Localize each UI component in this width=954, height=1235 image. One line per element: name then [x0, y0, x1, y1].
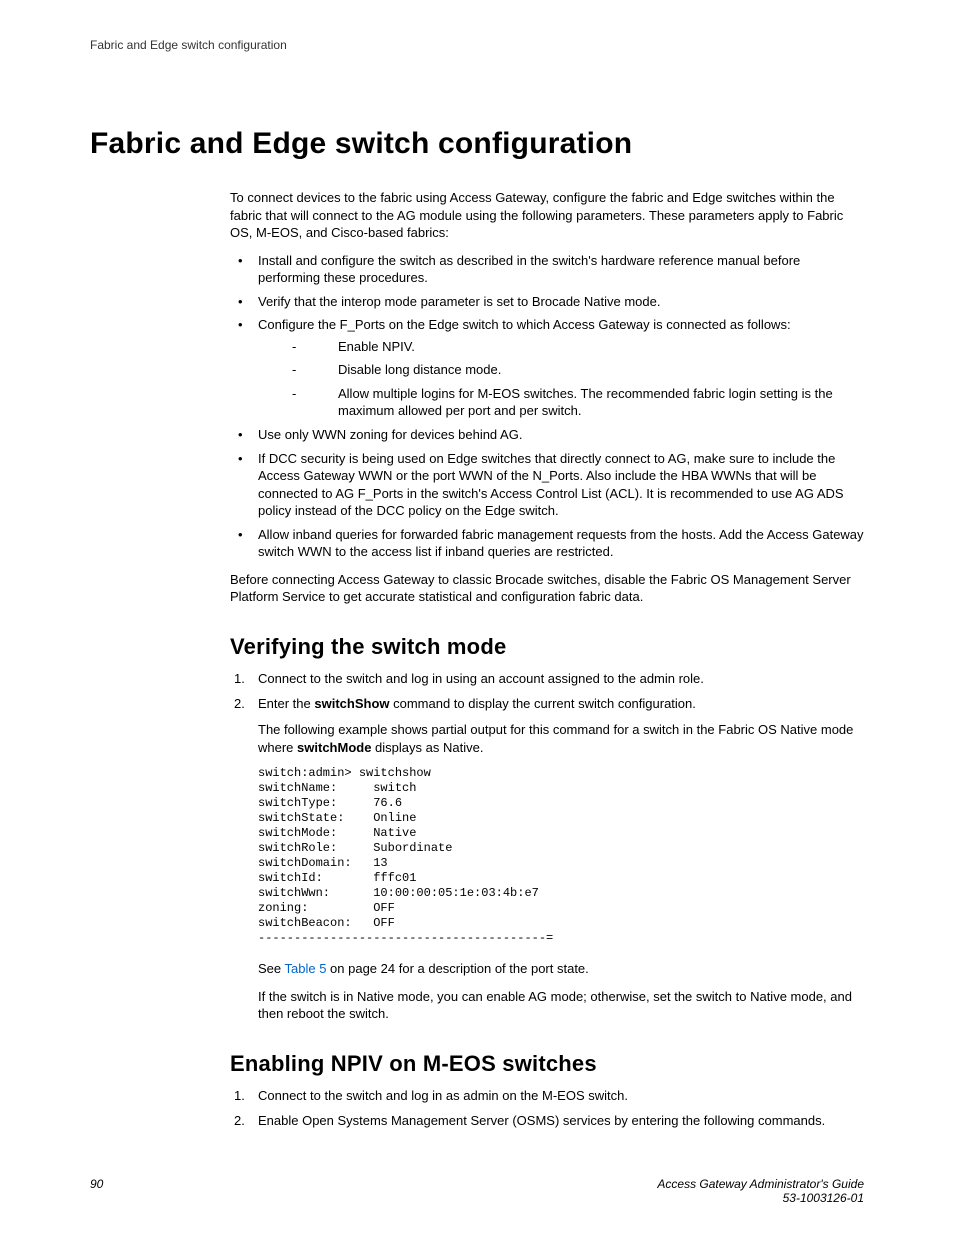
step-text: Enter the: [258, 696, 314, 711]
config-bullets: Install and configure the switch as desc…: [230, 252, 864, 561]
bullet-item: Configure the F_Ports on the Edge switch…: [230, 316, 864, 420]
body-block: To connect devices to the fabric using A…: [230, 189, 864, 1130]
bullet-item: Use only WWN zoning for devices behind A…: [230, 426, 864, 444]
bullet-item: Install and configure the switch as desc…: [230, 252, 864, 287]
doc-info: Access Gateway Administrator's Guide 53-…: [657, 1177, 864, 1205]
sub-bullet-item: Disable long distance mode.: [284, 361, 864, 379]
command-name: switchShow: [314, 696, 389, 711]
step-text: See: [258, 961, 285, 976]
section-heading-npiv: Enabling NPIV on M-EOS switches: [230, 1051, 864, 1077]
page-number: 90: [90, 1177, 103, 1191]
step-text: command to display the current switch co…: [390, 696, 696, 711]
step-paragraph: See Table 5 on page 24 for a description…: [258, 960, 864, 978]
verifying-steps: Connect to the switch and log in using a…: [230, 670, 864, 1023]
doc-number: 53-1003126-01: [783, 1191, 864, 1205]
step-item: Enter the switchShow command to display …: [230, 695, 864, 1022]
sub-bullet-item: Enable NPIV.: [284, 338, 864, 356]
doc-title: Access Gateway Administrator's Guide: [657, 1177, 864, 1191]
page-title: Fabric and Edge switch configuration: [90, 127, 864, 161]
bullet-item: Allow inband queries for forwarded fabri…: [230, 526, 864, 561]
bullet-item: If DCC security is being used on Edge sw…: [230, 450, 864, 520]
step-paragraph: The following example shows partial outp…: [258, 721, 864, 756]
field-name: switchMode: [297, 740, 371, 755]
page: Fabric and Edge switch configuration Fab…: [0, 0, 954, 1235]
bullet-text: Configure the F_Ports on the Edge switch…: [258, 317, 791, 332]
step-item: Connect to the switch and log in as admi…: [230, 1087, 864, 1105]
section-heading-verifying: Verifying the switch mode: [230, 634, 864, 660]
step-item: Enable Open Systems Management Server (O…: [230, 1112, 864, 1130]
code-block: switch:admin> switchshow switchName: swi…: [258, 766, 864, 946]
page-footer: 90 Access Gateway Administrator's Guide …: [90, 1177, 864, 1205]
intro-paragraph: To connect devices to the fabric using A…: [230, 189, 864, 242]
step-paragraph: If the switch is in Native mode, you can…: [258, 988, 864, 1023]
sub-bullets: Enable NPIV. Disable long distance mode.…: [284, 338, 864, 420]
running-header: Fabric and Edge switch configuration: [90, 38, 864, 52]
step-text: displays as Native.: [371, 740, 483, 755]
npiv-steps: Connect to the switch and log in as admi…: [230, 1087, 864, 1130]
sub-bullet-item: Allow multiple logins for M-EOS switches…: [284, 385, 864, 420]
step-item: Connect to the switch and log in using a…: [230, 670, 864, 688]
bullet-item: Verify that the interop mode parameter i…: [230, 293, 864, 311]
step-text: on page 24 for a description of the port…: [326, 961, 588, 976]
after-bullets-paragraph: Before connecting Access Gateway to clas…: [230, 571, 864, 606]
table-link[interactable]: Table 5: [285, 961, 327, 976]
